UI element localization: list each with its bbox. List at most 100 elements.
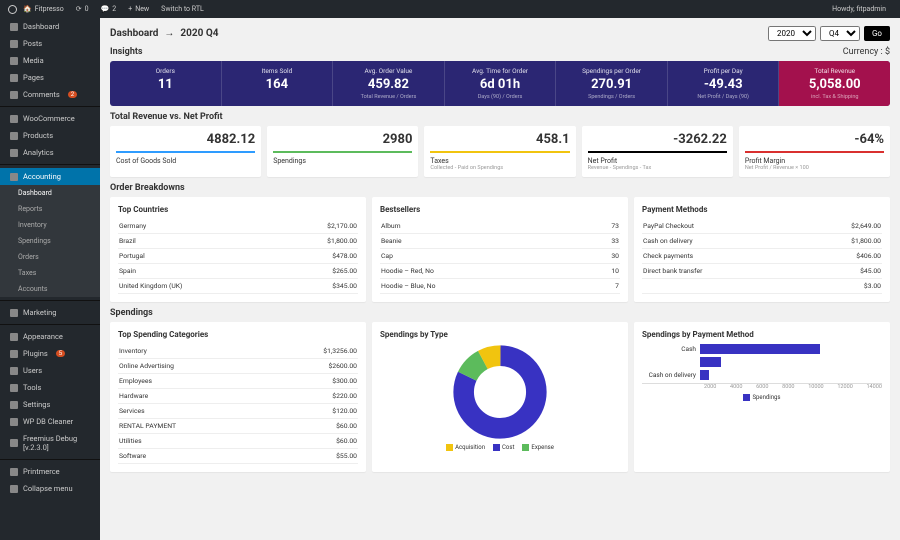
sidebar-item-users[interactable]: Users (0, 362, 100, 379)
sidebar-item-settings[interactable]: Settings (0, 396, 100, 413)
table-row: Brazil$1,800.00 (118, 234, 358, 249)
sidebar-subitem[interactable]: Spendings (0, 233, 100, 249)
sidebar-item-accounting[interactable]: Accounting (0, 168, 100, 185)
sidebar-item-tools[interactable]: Tools (0, 379, 100, 396)
collapse-icon (10, 485, 18, 493)
kpi-card: 4882.12Cost of Goods Sold (110, 126, 261, 177)
sidebar-item-plugins[interactable]: Plugins5 (0, 345, 100, 362)
admin-sidebar: Dashboard Posts Media Pages Comments2 WooComm… (0, 18, 100, 540)
wrench-icon (10, 384, 18, 392)
sidebar-item-appearance[interactable]: Appearance (0, 328, 100, 345)
year-select[interactable]: 2020 (768, 26, 816, 41)
sidebar-item-label: Pages (23, 73, 44, 82)
horizontal-bar-chart: Cash Cash on delivery (642, 344, 882, 380)
sidebar-item-woocommerce[interactable]: WooCommerce (0, 110, 100, 127)
comment-icon (10, 91, 18, 99)
site-name[interactable]: 🏠 Fitpresso (23, 5, 70, 13)
top-countries-card: Top CountriesGermany$2,170.00Brazil$1,80… (110, 197, 366, 302)
sidebar-item-label: Marketing (23, 308, 57, 317)
sidebar-item-label: Media (23, 56, 44, 65)
table-row: Inventory$1,3256.00 (118, 344, 358, 359)
sidebar-item-label: WooCommerce (23, 114, 75, 123)
crumb-dashboard[interactable]: Dashboard (110, 28, 158, 39)
updates-icon[interactable]: ⟳ 0 (76, 5, 95, 13)
table-row: $3.00 (642, 279, 882, 294)
spending-categories-card: Top Spending CategoriesInventory$1,3256.… (110, 322, 366, 472)
quarter-select[interactable]: Q4 (820, 26, 860, 41)
sidebar-item-label: Accounting (23, 172, 61, 181)
insight-tile: Total Revenue5,058.00incl. Tax & Shippin… (779, 61, 890, 106)
sidebar-item-comments[interactable]: Comments2 (0, 86, 100, 103)
table-row: Utilities$60.00 (118, 434, 358, 449)
sidebar-item-posts[interactable]: Posts (0, 35, 100, 52)
insight-tile: Profit per Day-49.43Net Profit / Days (9… (668, 61, 780, 106)
sidebar-item-label: Products (23, 131, 53, 140)
sidebar-item-marketing[interactable]: Marketing (0, 304, 100, 321)
sidebar-item-analytics[interactable]: Analytics (0, 144, 100, 161)
insights-heading: Insights (110, 47, 143, 57)
calc-icon (10, 173, 18, 181)
wp-logo-icon[interactable] (8, 5, 17, 14)
donut-legend: AcquisitionCostExpense (380, 444, 620, 451)
sidebar-subitem[interactable]: Reports (0, 201, 100, 217)
table-row: Portugal$478.00 (118, 249, 358, 264)
bar-row: Cash (642, 344, 882, 354)
sidebar-item-label: Printmerce (23, 467, 60, 476)
breadcrumb: Dashboard → 2020 Q4 2020 Q4 Go (110, 26, 890, 41)
sidebar-subitem[interactable]: Accounts (0, 281, 100, 297)
new-link[interactable]: + New (128, 5, 155, 13)
sidebar-item-label: Posts (23, 39, 42, 48)
arrow-icon: → (164, 28, 174, 39)
table-row: United Kingdom (UK)$345.00 (118, 279, 358, 294)
page-icon (10, 74, 18, 82)
brush-icon (10, 333, 18, 341)
insight-tile: Avg. Order Value459.82Total Revenue / Or… (333, 61, 445, 106)
table-row: Hardware$220.00 (118, 389, 358, 404)
table-row: Software$55.00 (118, 449, 358, 464)
comments-icon[interactable]: 💬 2 (101, 5, 123, 13)
sidebar-subitem[interactable]: Orders (0, 249, 100, 265)
spendings-by-type-card: Spendings by Type AcquisitionCostExpense (372, 322, 628, 472)
spendings-heading: Spendings (110, 308, 153, 318)
sidebar-item-label: Settings (23, 400, 50, 409)
sidebar-subitem[interactable]: Dashboard (0, 185, 100, 201)
db-icon (10, 418, 18, 426)
go-button[interactable]: Go (864, 26, 890, 41)
sidebar-subitem[interactable]: Taxes (0, 265, 100, 281)
rtl-switch[interactable]: Switch to RTL (161, 5, 204, 13)
kpi-card: -64%Profit MarginNet Profit / Revenue × … (739, 126, 890, 177)
woo-icon (10, 115, 18, 123)
insight-tile: Avg. Time for Order6d 01hDays (90) / Ord… (445, 61, 557, 106)
donut-chart (440, 344, 560, 440)
table-row: Check payments$406.00 (642, 249, 882, 264)
plug-icon (10, 350, 18, 358)
insight-tile: Items Sold164 (222, 61, 334, 106)
currency-label: Currency : $ (843, 47, 890, 57)
sidebar-subitem[interactable]: Inventory (0, 217, 100, 233)
sidebar-item-media[interactable]: Media (0, 52, 100, 69)
insights-strip: Orders11Items Sold164Avg. Order Value459… (110, 61, 890, 106)
insight-tile: Spendings per Order270.91Spendings / Ord… (556, 61, 668, 106)
table-row: Spain$265.00 (118, 264, 358, 279)
sidebar-item-products[interactable]: Products (0, 127, 100, 144)
sidebar-item-wp-db-cleaner[interactable]: WP DB Cleaner (0, 413, 100, 430)
badge: 2 (68, 91, 77, 98)
revenue-heading: Total Revenue vs. Net Profit (110, 112, 223, 122)
speedometer-icon (10, 23, 18, 31)
howdy-user[interactable]: Howdy, fitpadmin (832, 5, 886, 13)
spendings-by-payment-card: Spendings by Payment Method CashCash on … (634, 322, 890, 472)
bar-row: Cash on delivery (642, 370, 882, 380)
sidebar-item-collapse-menu[interactable]: Collapse menu (0, 480, 100, 497)
sidebar-item-dashboard[interactable]: Dashboard (0, 18, 100, 35)
sidebar-item-printmerce[interactable]: Printmerce (0, 463, 100, 480)
table-row: RENTAL PAYMENT$60.00 (118, 419, 358, 434)
sidebar-item-pages[interactable]: Pages (0, 69, 100, 86)
sidebar-item-freemius-debug-v-2-3-0-[interactable]: Freemius Debug [v.2.3.0] (0, 430, 100, 456)
sidebar-item-label: Appearance (23, 332, 63, 341)
media-icon (10, 57, 18, 65)
table-row: Album73 (380, 219, 620, 234)
cart-icon (10, 468, 18, 476)
table-row: Cash on delivery$1,800.00 (642, 234, 882, 249)
bestsellers-card: BestsellersAlbum73Beanie33Cap30Hoodie – … (372, 197, 628, 302)
main-content: Dashboard → 2020 Q4 2020 Q4 Go Insights C… (100, 18, 900, 540)
